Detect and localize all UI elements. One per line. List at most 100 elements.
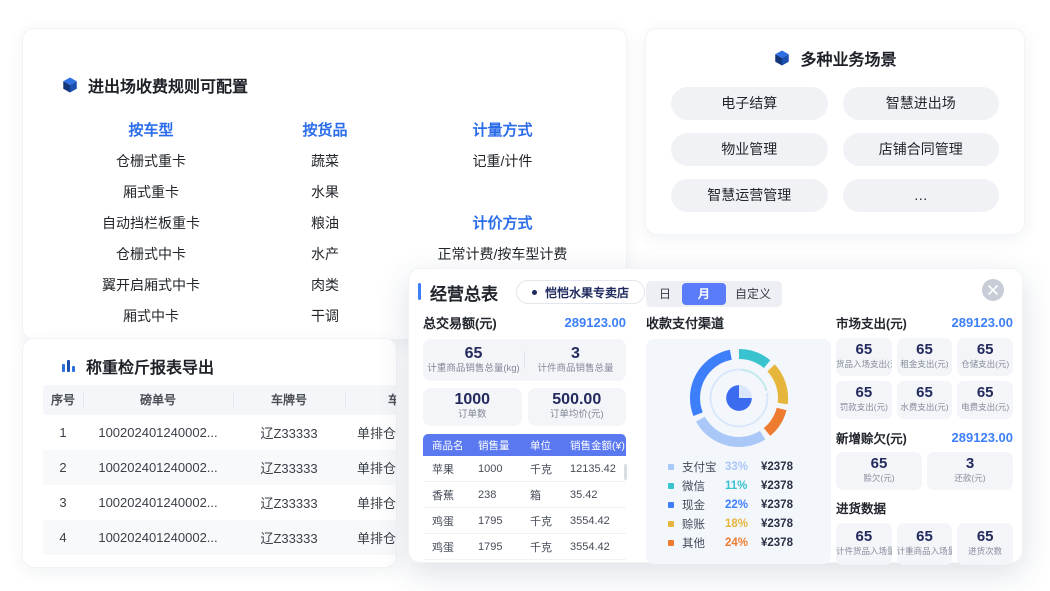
legend-percent: 11% [725,480,761,492]
kpi-value: 1000 [423,391,522,409]
cell-amount: 3554.42 [561,515,626,527]
legend-swatch [668,540,674,546]
kpi-value: 65 [836,384,892,401]
legend-percent: 18% [725,518,761,530]
cell-amount: 3554.42 [561,541,626,553]
cell-product: 香蕉 [423,487,469,503]
list-item: 翼开启厢式中卡 [51,270,251,301]
legend-swatch [668,483,674,489]
summary-left-column: 总交易额(元) 289123.00 65 计重商品销售总量(kg) 3 计件商品… [423,313,626,560]
scrollbar-thumb[interactable] [624,464,627,480]
scenario-button-shop-contract[interactable]: 店铺合同管理 [843,133,1000,166]
payment-donut-chart [646,339,831,453]
cell-product: 鸡蛋 [423,513,469,529]
scenario-button-property[interactable]: 物业管理 [671,133,828,166]
payment-title-row: 收款支付渠道 [646,313,831,331]
scenario-button-more[interactable]: … [843,179,1000,212]
cell-vehicle-type: 单排仓 [345,528,397,547]
kpi-label: 水费支出(元) [897,401,953,413]
close-button[interactable] [982,279,1004,301]
kpi-label: 订单均价(元) [528,409,627,421]
cell-product: 鸡蛋 [423,539,469,555]
legend-label: 微信 [682,478,725,494]
kpi-purchase-count: 65 进货次数 [957,523,1013,565]
kpi-label: 罚款支出(元) [836,401,892,413]
kpi-value: 65 [836,455,922,472]
table-row: 1 100202401240002... 辽Z33333 单排仓 [43,415,397,450]
kpi-label: 货品入场支出(元) [836,358,892,370]
table-row: 鸡蛋 1795 千克 3554.42 [423,534,626,560]
list-item: 自动挡栏板重卡 [51,208,251,239]
scenario-button-smart-gate[interactable]: 智慧进出场 [843,87,1000,120]
cell-amount: 12135.42 [561,463,626,475]
cell-vehicle-type: 单排仓 [345,493,397,512]
kpi-piece-entry: 65 计件货品入场量 [836,523,892,565]
table-row: 苹果 1000 千克 12135.42 [423,456,626,482]
column-header: 按车型 [51,115,251,146]
payment-chart-card: 支付宝 33% ¥2378 微信 11% ¥2378 现金 22% [646,339,831,564]
col-header-bill-no: 磅单号 [83,385,233,415]
credit-grid: 65 赊欠(元) 3 还款(元) [836,452,1013,490]
legend-amount: ¥2378 [761,537,793,549]
panel-business-summary: 经营总表 恺恺水果专卖店 日 月 自定义 总交易额(元) 289123.00 6… [408,268,1023,563]
scenarios-title-row: 多种业务场景 [646,46,1024,70]
cell-unit: 千克 [521,539,561,555]
legend-label: 支付宝 [682,459,725,475]
summary-right-column: 市场支出(元) 289123.00 65 货品入场支出(元) 65 租金支出(元… [836,313,1013,565]
credit-row: 新增赊欠(元) 289123.00 [836,428,1013,446]
list-item: 仓栅式中卡 [51,239,251,270]
purchase-row: 进货数据 [836,498,1013,516]
kpi-value: 500.00 [528,391,627,409]
product-table-header: 商品名 销售量 单位 销售金额(¥) [423,434,626,456]
scenario-button-e-settlement[interactable]: 电子结算 [671,87,828,120]
scenario-button-smart-ops[interactable]: 智慧运营管理 [671,179,828,212]
tab-custom[interactable]: 自定义 [726,283,780,305]
cell-vehicle-type: 单排仓 [345,423,397,442]
legend-label: 赊账 [682,516,725,532]
cube-icon [61,76,79,94]
tab-month[interactable]: 月 [682,283,726,305]
list-item: 仓栅式重卡 [51,146,251,177]
kpi-label: 赊欠(元) [836,472,922,484]
kpi-label: 计重商品销售总量(kg) [423,363,524,375]
kpi-value: 65 [836,341,892,358]
weigh-table-header: 序号 磅单号 车牌号 车型 [43,385,397,415]
market-expense-label: 市场支出(元) [836,313,907,332]
list-item: 水果 [255,177,395,208]
kpi-weight-entry: 65 计重商品入场量(kg) [897,523,953,565]
kpi-label: 计件商品销售总量 [525,363,626,375]
cell-index: 3 [43,495,83,510]
cell-bill-no: 100202401240002... [83,460,233,475]
cell-plate: 辽Z33333 [233,423,345,442]
col-header-amount: 销售金额(¥) [561,438,626,453]
market-expense-grid: 65 货品入场支出(元) 65 租金支出(元) 65 仓储支出(元) 65 罚款… [836,338,1013,419]
legend-item-cash: 现金 22% ¥2378 [668,495,831,514]
tab-day[interactable]: 日 [648,283,682,305]
kpi-credit-owed: 65 赊欠(元) [836,452,922,490]
kpi-avg-price: 500.00 订单均价(元) [528,388,627,426]
scenario-buttons: 电子结算 智慧进出场 物业管理 店铺合同管理 智慧运营管理 … [671,87,999,212]
legend-label: 现金 [682,497,725,513]
kpi-value: 65 [836,528,892,545]
table-row: 4 100202401240002... 辽Z33333 单排仓 [43,520,397,555]
list-item: 厢式中卡 [51,301,251,332]
kpi-label: 租金支出(元) [897,358,953,370]
table-row: 3 100202401240002... 辽Z33333 单排仓 [43,485,397,520]
legend-amount: ¥2378 [761,480,793,492]
legend-item-alipay: 支付宝 33% ¥2378 [668,457,831,476]
legend-swatch [668,464,674,470]
kpi-repayment: 3 还款(元) [927,452,1013,490]
cell-qty: 1795 [469,541,521,553]
kpi-label: 电费支出(元) [957,401,1013,413]
credit-value: 289123.00 [952,430,1013,445]
legend-percent: 24% [725,537,761,549]
list-item: 粮油 [255,208,395,239]
list-item: 水产 [255,239,395,270]
list-item: 记重/计件 [400,146,605,177]
store-selector[interactable]: 恺恺水果专卖店 [516,280,645,304]
legend-item-credit: 赊账 18% ¥2378 [668,514,831,533]
list-item: 厢式重卡 [51,177,251,208]
fee-column-vehicle: 按车型 仓栅式重卡 厢式重卡 自动挡栏板重卡 仓栅式中卡 翼开启厢式中卡 厢式中… [51,115,251,363]
bar-chart-icon [61,358,77,374]
kpi-label: 仓储支出(元) [957,358,1013,370]
